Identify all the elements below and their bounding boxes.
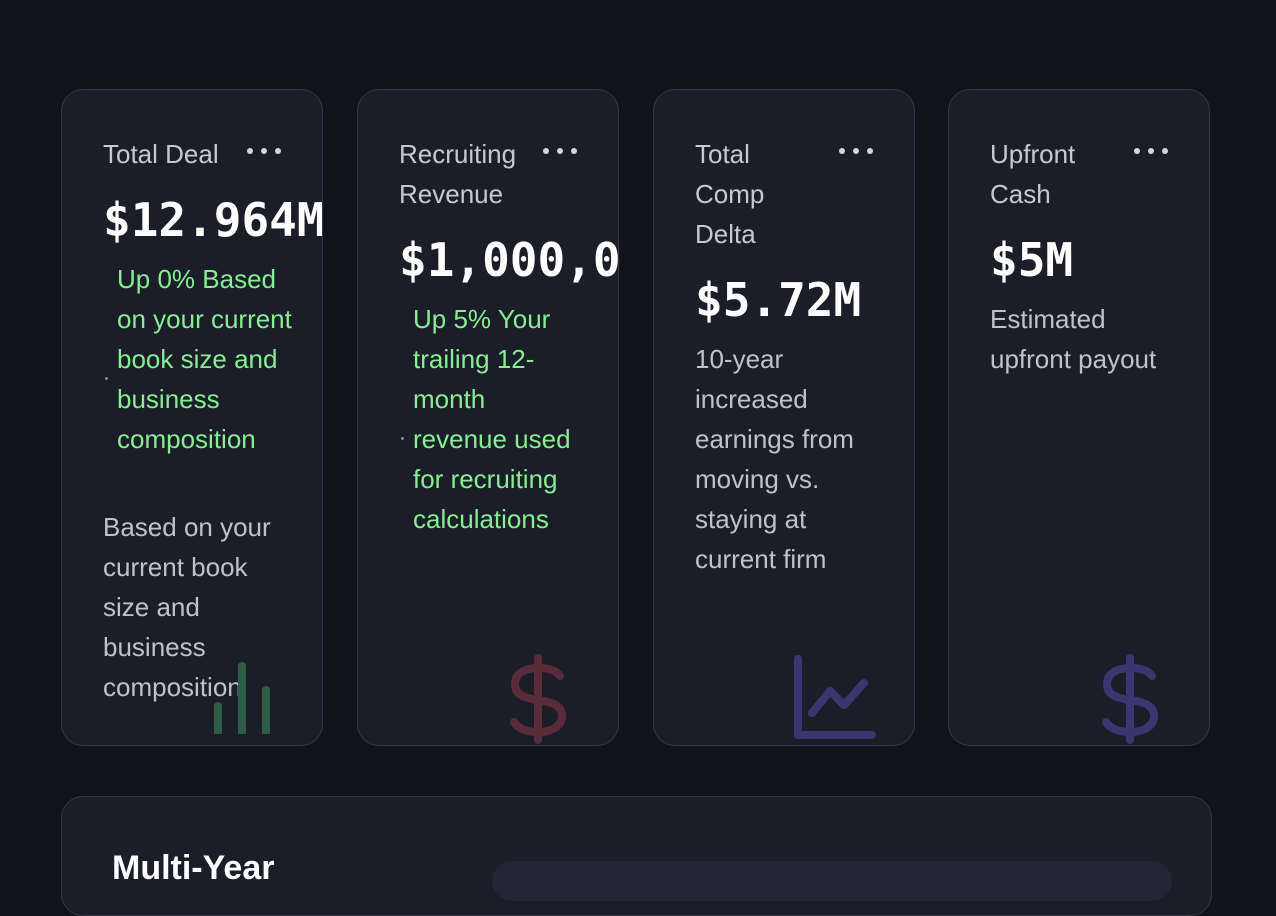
card-value: $12.964M xyxy=(103,193,323,247)
dollar-icon xyxy=(510,654,567,744)
panel-title: Multi-Year xyxy=(112,849,275,887)
bar-chart-icon xyxy=(214,662,270,734)
dollar-icon xyxy=(1102,654,1159,744)
metric-card-recruiting-revenue: Recruiting Revenue $1,000,000 Up 5% Your… xyxy=(357,89,619,746)
panel-control-bar[interactable] xyxy=(492,861,1172,901)
metric-card-upfront-cash: Upfront Cash $5M Estimated upfront payou… xyxy=(948,89,1210,746)
more-options-icon[interactable] xyxy=(839,147,873,155)
change-indicator-dot xyxy=(401,437,404,440)
metric-card-total-comp-delta: Total Comp Delta $5.72M 10-year increase… xyxy=(653,89,915,746)
card-value: $5M xyxy=(990,233,1074,287)
more-options-icon[interactable] xyxy=(543,147,577,155)
more-options-icon[interactable] xyxy=(247,147,281,155)
card-title: Upfront Cash xyxy=(990,139,1076,209)
card-value: $5.72M xyxy=(695,273,862,327)
card-description: 10-year increased earnings from moving v… xyxy=(695,344,854,574)
trend-chart-icon xyxy=(794,655,876,739)
card-title: Total Comp Delta xyxy=(695,139,765,249)
card-value: $1,000,000 xyxy=(399,233,619,287)
card-change-text: Up 5% Your trailing 12-month revenue use… xyxy=(413,304,571,534)
metric-card-total-deal: Total Deal $12.964M Up 0% Based on your … xyxy=(61,89,323,746)
card-change-text: Up 0% Based on your current book size an… xyxy=(117,264,292,454)
multi-year-panel: Multi-Year xyxy=(61,796,1212,916)
more-options-icon[interactable] xyxy=(1134,147,1168,155)
change-indicator-dot xyxy=(105,377,108,380)
card-description: Estimated upfront payout xyxy=(990,304,1157,374)
card-title: Recruiting Revenue xyxy=(399,139,517,209)
card-title: Total Deal xyxy=(103,139,219,169)
